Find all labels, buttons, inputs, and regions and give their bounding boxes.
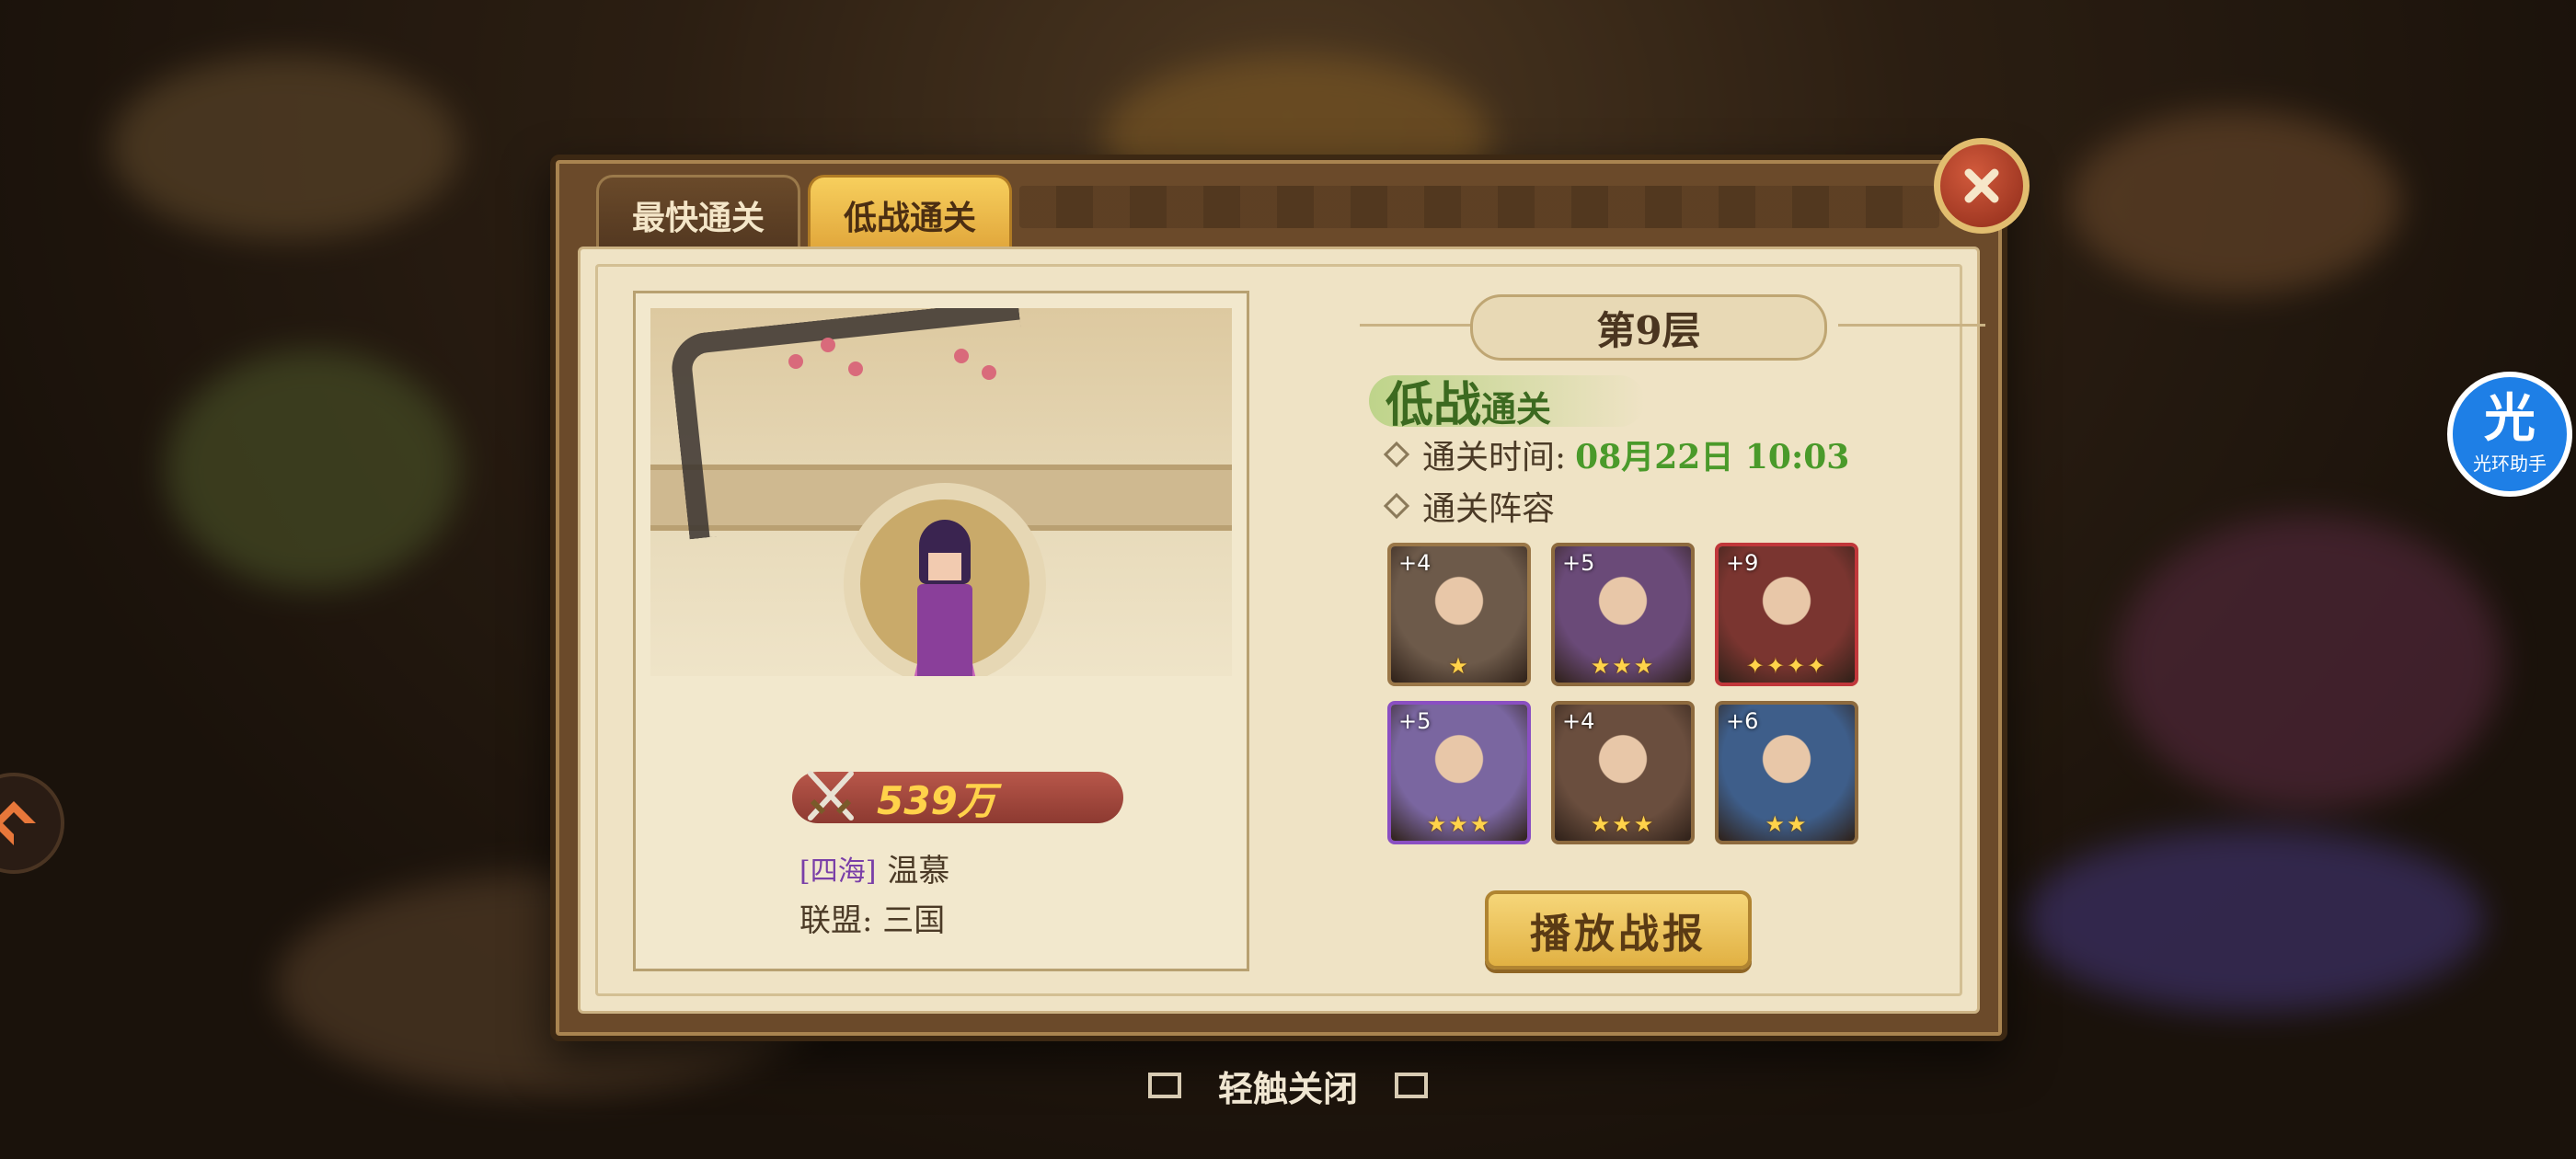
- player-name-line: [四海] 温慕: [799, 845, 949, 890]
- blossom: [821, 338, 835, 352]
- clear-record-modal: 最快通关 低战通关 539万 [四海] 温慕 联盟: 三国 第9层 低战通关 通…: [550, 138, 2030, 1041]
- hero-stars: ✦✦✦✦: [1745, 653, 1828, 679]
- blossom: [788, 354, 803, 369]
- assistant-label: 光环助手: [2473, 452, 2547, 475]
- blossom: [982, 365, 996, 380]
- diamond-bullet-icon: [1383, 441, 1410, 468]
- mode-title: 低战通关: [1386, 366, 1551, 435]
- server-tag: [四海]: [799, 855, 877, 888]
- player-name: 温慕: [887, 853, 950, 889]
- combat-power-bar: 539万: [792, 771, 1123, 823]
- play-battle-report-button[interactable]: 播放战报: [1485, 890, 1752, 970]
- hero-stars: ★★: [1765, 811, 1809, 837]
- tap-to-close[interactable]: 轻触关闭: [1104, 1063, 1472, 1109]
- diamond-bullet-icon: [1383, 492, 1410, 520]
- hero-card[interactable]: +4 ★: [1387, 543, 1531, 686]
- hero-plus-level: +4: [1562, 708, 1595, 734]
- divider-right: [1838, 324, 1985, 327]
- player-character-sprite: [899, 520, 991, 676]
- hero-plus-level: +4: [1398, 550, 1432, 576]
- crossed-swords-icon: [808, 771, 854, 820]
- hero-plus-level: +5: [1398, 708, 1432, 734]
- right-bracket-icon: [1395, 1073, 1428, 1098]
- plum-branch: [668, 308, 1040, 540]
- hero-stars: ★★★: [1590, 653, 1656, 679]
- blossom: [848, 361, 863, 376]
- lineup-row: 通关阵容: [1383, 482, 1556, 530]
- mode-title-sub: 通关: [1481, 388, 1552, 430]
- tab-low-power-clear[interactable]: 低战通关: [808, 175, 1012, 252]
- hero-card[interactable]: +9 ✦✦✦✦: [1715, 543, 1858, 686]
- tap-to-close-label: 轻触关闭: [1217, 1067, 1358, 1109]
- hero-card[interactable]: +5 ★★★: [1551, 543, 1695, 686]
- blossom: [954, 349, 969, 363]
- player-alliance: 联盟: 三国: [799, 902, 946, 939]
- hero-plus-level: +5: [1562, 550, 1595, 576]
- hero-card[interactable]: +4 ★★★: [1551, 701, 1695, 844]
- hero-stars: ★: [1448, 653, 1470, 679]
- lineup-label: 通关阵容: [1422, 490, 1556, 528]
- tab-fastest-clear[interactable]: 最快通关: [596, 175, 800, 252]
- arrow-logo-icon: [0, 801, 36, 845]
- clear-time-row: 通关时间: 08月22日 10:03: [1383, 430, 1850, 478]
- frame-pattern-band: [1019, 186, 1939, 228]
- left-bracket-icon: [1147, 1073, 1181, 1098]
- player-showcase-panel: 539万 [四海] 温慕 联盟: 三国: [633, 291, 1249, 971]
- courtyard-scene: [650, 308, 1232, 676]
- hero-plus-level: +6: [1726, 708, 1759, 734]
- close-button[interactable]: [1934, 138, 2030, 234]
- clear-time-value: 08月22日 10:03: [1575, 438, 1850, 476]
- clear-time-label: 通关时间:: [1422, 439, 1567, 476]
- hero-plus-level: +9: [1726, 550, 1759, 576]
- hero-stars: ★★★: [1590, 811, 1656, 837]
- mode-title-main: 低战: [1386, 377, 1482, 433]
- floor-title: 第9层: [1470, 294, 1827, 361]
- halo-assistant-button[interactable]: 光 光环助手: [2447, 372, 2572, 497]
- hero-card[interactable]: +6 ★★: [1715, 701, 1858, 844]
- combat-power-value: 539万: [877, 777, 996, 823]
- assistant-glyph: 光: [2484, 388, 2536, 449]
- close-icon: [1964, 168, 1999, 203]
- hero-card[interactable]: +5 ★★★: [1387, 701, 1531, 844]
- hero-stars: ★★★: [1426, 811, 1492, 837]
